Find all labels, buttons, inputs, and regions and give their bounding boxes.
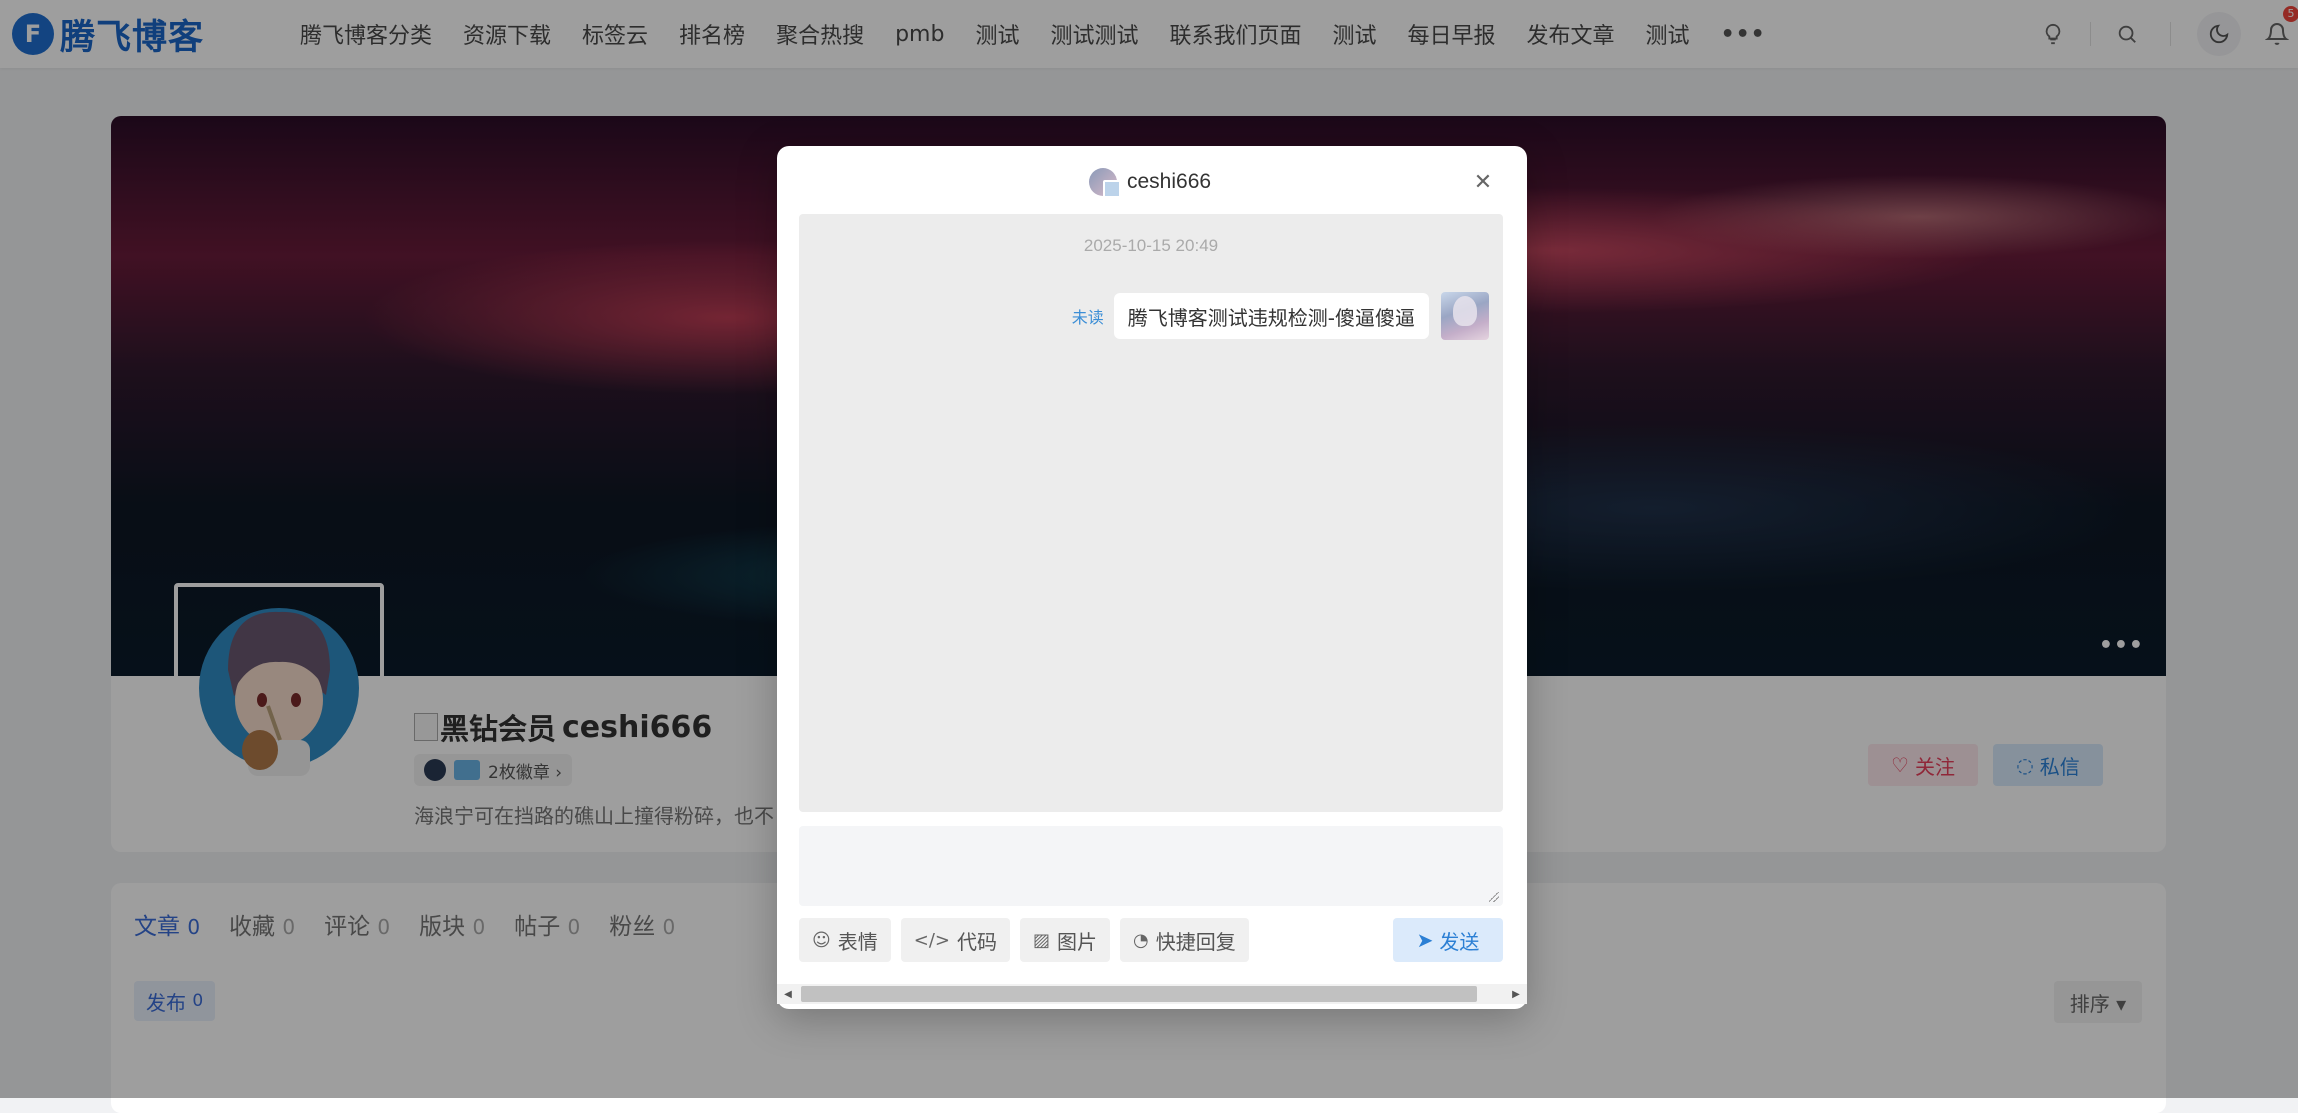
code-button[interactable]: </> 代码 [900, 918, 1010, 962]
modal-header: ceshi666 ✕ [777, 146, 1527, 214]
recipient-avatar [1089, 168, 1121, 198]
code-icon: </> [913, 929, 950, 951]
code-label: 代码 [957, 929, 997, 954]
scrollbar-thumb[interactable] [801, 986, 1477, 1002]
emoji-label: 表情 [837, 929, 878, 954]
message-timestamp: 2025-10-15 20:49 [1083, 236, 1219, 255]
composer-toolbar: ☺ 表情 </> 代码 ▨ 图片 ◔ 快捷回复 [799, 918, 1259, 962]
recipient-name: ceshi666 [1127, 170, 1212, 193]
image-icon: ▨ [1033, 929, 1051, 951]
close-icon[interactable]: ✕ [1469, 168, 1497, 196]
message-bubble: 腾飞博客测试违规检测-傻逼傻逼 [1113, 293, 1429, 339]
quick-reply-label: 快捷回复 [1155, 929, 1236, 954]
paper-plane-icon: ➤ [1416, 928, 1434, 952]
horizontal-scrollbar[interactable]: ◀ ▶ [777, 984, 1527, 1004]
image-label: 图片 [1057, 929, 1098, 954]
message-input[interactable] [799, 826, 1503, 906]
modal-title: ceshi666 [1089, 168, 1212, 198]
send-label: 发送 [1439, 929, 1480, 954]
scroll-left-icon[interactable]: ◀ [779, 984, 797, 1004]
scroll-right-icon[interactable]: ▶ [1507, 984, 1525, 1004]
smile-icon: ☺ [812, 929, 831, 951]
sender-avatar [1441, 292, 1489, 340]
whatsapp-icon: ◔ [1133, 929, 1149, 951]
unread-status: 未读 [1071, 308, 1104, 327]
quick-reply-button[interactable]: ◔ 快捷回复 [1120, 918, 1249, 962]
emoji-button[interactable]: ☺ 表情 [799, 918, 891, 962]
image-button[interactable]: ▨ 图片 [1020, 918, 1111, 962]
resize-handle-icon[interactable] [1489, 892, 1499, 902]
send-button[interactable]: ➤ 发送 [1393, 918, 1503, 962]
message-row: 未读 腾飞博客测试违规检测-傻逼傻逼 [1072, 292, 1489, 340]
chat-history[interactable]: 2025-10-15 20:49 未读 腾飞博客测试违规检测-傻逼傻逼 [799, 214, 1503, 812]
private-message-modal: ceshi666 ✕ 2025-10-15 20:49 未读 腾飞博客测试违规检… [777, 146, 1527, 1009]
